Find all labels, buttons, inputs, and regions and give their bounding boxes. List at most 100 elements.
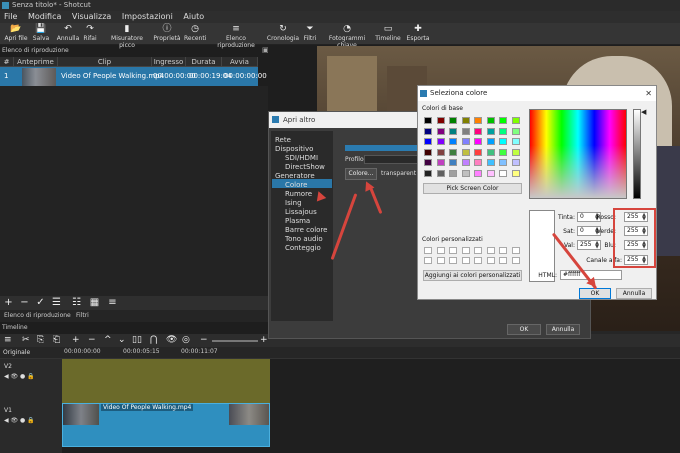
menu-edit[interactable]: Modifica (28, 12, 61, 21)
basic-color-swatch[interactable] (424, 169, 432, 177)
custom-color-swatch[interactable] (486, 257, 495, 264)
overwrite-icon[interactable]: ⌄ (118, 334, 126, 347)
basic-color-swatch[interactable] (474, 159, 482, 166)
track-v2-lane[interactable] (62, 359, 270, 403)
zoom-slider[interactable] (212, 340, 258, 342)
col-number[interactable]: # (0, 57, 14, 67)
custom-color-swatch[interactable] (499, 247, 507, 254)
basic-color-swatch[interactable] (449, 159, 457, 166)
source-item-sdi-hdmi[interactable]: SDI/HDMI (285, 154, 318, 162)
menu-help[interactable]: Aiuto (183, 12, 204, 21)
copy-icon[interactable]: ⎘ (37, 334, 44, 347)
custom-color-swatch[interactable] (424, 247, 432, 254)
tab-filters[interactable]: Filtri (76, 310, 89, 322)
remove-icon[interactable]: − (18, 297, 31, 309)
basic-color-swatch[interactable] (461, 138, 470, 145)
col-thumbnails[interactable]: Anteprime (14, 57, 58, 67)
basic-color-swatch[interactable] (511, 169, 520, 177)
basic-color-swatch[interactable] (436, 127, 445, 135)
source-item-barre-colore[interactable]: Barre colore (285, 226, 328, 234)
basic-color-swatch[interactable] (511, 148, 520, 156)
source-item-rete[interactable]: Rete (275, 136, 291, 144)
custom-color-swatch[interactable] (449, 247, 457, 254)
basic-color-swatch[interactable] (424, 127, 432, 135)
custom-color-swatch[interactable] (474, 257, 482, 264)
snap-icon[interactable]: ⋂ (150, 334, 157, 347)
list-view-icon[interactable]: ☷ (70, 297, 83, 309)
custom-color-swatch[interactable] (474, 247, 482, 254)
basic-color-swatch[interactable] (499, 169, 507, 177)
cancel-button[interactable]: Annulla (616, 288, 652, 299)
source-item-ising[interactable]: Ising (285, 199, 302, 207)
panel-close-icon[interactable]: ▣ (262, 46, 269, 54)
basic-color-swatch[interactable] (486, 127, 495, 135)
basic-color-swatch[interactable] (461, 159, 470, 166)
menu-settings[interactable]: Impostazioni (122, 12, 173, 21)
basic-color-swatch[interactable] (474, 117, 482, 124)
close-icon[interactable]: ✕ (645, 86, 652, 101)
annulla-button[interactable]: ↶ Annulla (56, 24, 80, 42)
basic-color-swatch[interactable] (486, 138, 495, 145)
basic-color-swatch[interactable] (449, 138, 457, 145)
custom-color-swatch[interactable] (511, 247, 520, 254)
check-icon[interactable]: ✓ (34, 297, 47, 309)
menu-file[interactable]: File (4, 12, 17, 21)
basic-color-swatch[interactable] (511, 159, 520, 166)
basic-color-swatch[interactable] (461, 169, 470, 177)
basic-color-swatch[interactable] (511, 127, 520, 135)
zoom-in-icon[interactable]: + (260, 334, 268, 347)
basic-color-swatch[interactable] (436, 117, 445, 124)
basic-color-swatch[interactable] (461, 117, 470, 124)
menu-icon[interactable]: ≡ (4, 334, 12, 347)
zoom-out-icon[interactable]: − (200, 334, 208, 347)
basic-color-swatch[interactable] (474, 148, 482, 156)
pick-screen-color-button[interactable]: Pick Screen Color (423, 183, 522, 194)
basic-color-swatch[interactable] (499, 138, 507, 145)
source-item-generatore[interactable]: Generatore (275, 172, 315, 180)
source-item-directshow[interactable]: DirectShow (285, 163, 325, 171)
details-view-icon[interactable]: ☰ (50, 297, 63, 309)
apri-file-button[interactable]: 📂 Apri file (3, 24, 29, 42)
salva-button[interactable]: 💾 Salva (31, 24, 51, 42)
basic-color-swatch[interactable] (486, 159, 495, 166)
ok-button[interactable]: OK (579, 288, 611, 299)
scrub-icon[interactable]: 👁 (166, 334, 177, 347)
source-item-dispositivo[interactable]: Dispositivo (275, 145, 313, 153)
basic-color-swatch[interactable] (436, 138, 445, 145)
basic-color-swatch[interactable] (511, 117, 520, 124)
basic-color-swatch[interactable] (424, 138, 432, 145)
filtri-button[interactable]: ⏷ Filtri (300, 24, 320, 42)
custom-color-swatch[interactable] (449, 257, 457, 264)
propriet--button[interactable]: ⓘ Proprietà (152, 24, 182, 42)
menu-view[interactable]: Visualizza (72, 12, 111, 21)
basic-color-swatch[interactable] (436, 159, 445, 166)
source-item-conteggio[interactable]: Conteggio (285, 244, 321, 252)
custom-color-swatch[interactable] (461, 257, 470, 264)
value-slider-handle[interactable]: ◀ (641, 108, 646, 116)
source-item-colore[interactable]: Colore (285, 181, 307, 189)
value-slider[interactable] (633, 109, 641, 199)
basic-color-swatch[interactable] (449, 169, 457, 177)
split-icon[interactable]: ▯▯ (132, 334, 142, 347)
source-item-lissajous[interactable]: Lissajous (285, 208, 317, 216)
basic-color-swatch[interactable] (424, 117, 432, 124)
cronologia-button[interactable]: ↻ Cronologia (266, 24, 300, 42)
basic-color-swatch[interactable] (499, 127, 507, 135)
color-button[interactable]: Colore... (345, 168, 377, 180)
add-icon[interactable]: + (2, 297, 15, 309)
cut-icon[interactable]: ✂ (22, 334, 30, 347)
ok-button[interactable]: OK (507, 324, 541, 335)
remove-icon[interactable]: − (88, 334, 96, 347)
color-spectrum[interactable] (529, 109, 627, 199)
basic-color-swatch[interactable] (499, 159, 507, 166)
custom-color-swatch[interactable] (436, 247, 445, 254)
custom-color-swatch[interactable] (486, 247, 495, 254)
esporta-button[interactable]: ✚ Esporta (405, 24, 431, 42)
basic-color-swatch[interactable] (474, 138, 482, 145)
basic-color-swatch[interactable] (436, 148, 445, 156)
append-icon[interactable]: + (72, 334, 80, 347)
recenti-button[interactable]: ◷ Recenti (184, 24, 206, 42)
track-v1-controls[interactable]: ◀ 👁 ● 🔒 (4, 417, 35, 424)
col-clip[interactable]: Clip (58, 57, 152, 67)
custom-color-swatch[interactable] (511, 257, 520, 264)
